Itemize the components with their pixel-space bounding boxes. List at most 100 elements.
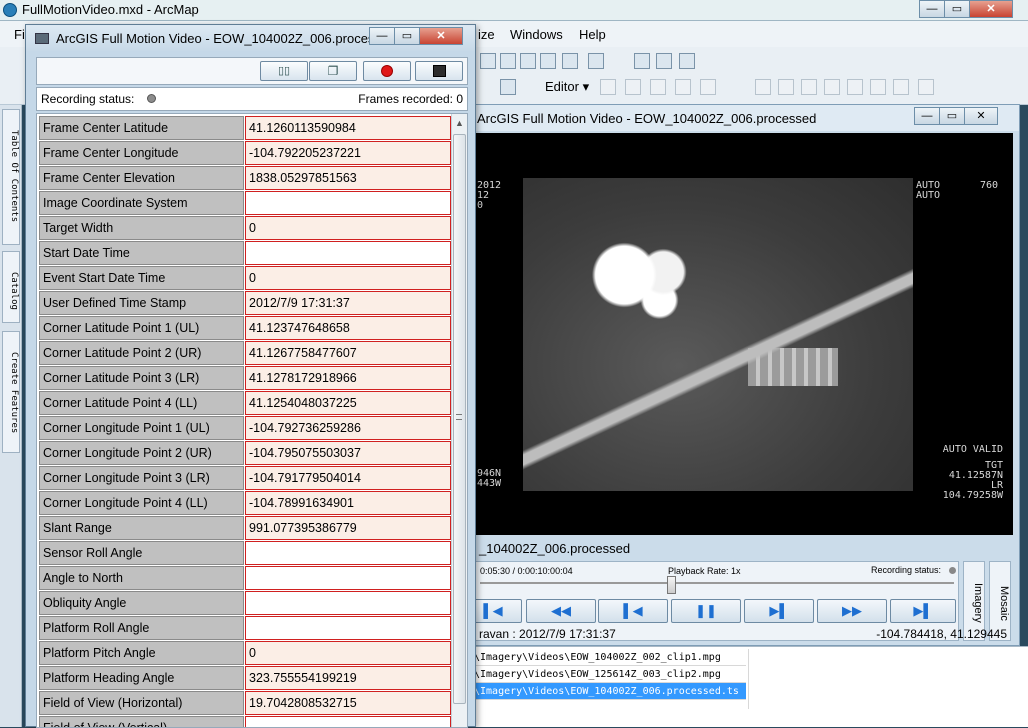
video-frame[interactable]: 2012 12 0 AUTO AUTO 760 AUTO VALID TGT 41.125… bbox=[475, 133, 1013, 535]
property-value[interactable]: -104.792736259286 bbox=[245, 416, 451, 440]
close-icon[interactable]: ✕ bbox=[419, 27, 463, 45]
file-list-item-selected[interactable]: \Imagery\Videos\EOW_104002Z_006.processe… bbox=[474, 683, 746, 700]
edit-tool-icon[interactable] bbox=[778, 79, 794, 95]
edit-tool-icon[interactable] bbox=[870, 79, 886, 95]
arcmap-app-icon bbox=[3, 3, 17, 17]
property-value[interactable] bbox=[245, 566, 451, 590]
menu-help[interactable]: Help bbox=[579, 27, 606, 42]
camera-icon[interactable] bbox=[634, 53, 650, 69]
edit-tool-icon[interactable] bbox=[801, 79, 817, 95]
property-value[interactable] bbox=[245, 241, 451, 265]
property-grid: Frame Center Latitude 41.1260113590984 Fra… bbox=[39, 116, 451, 727]
seek-slider-thumb[interactable] bbox=[667, 576, 676, 594]
toolbar-icon[interactable] bbox=[500, 53, 516, 69]
dialog-window-controls: — ▭ ✕ bbox=[369, 27, 463, 45]
property-value[interactable]: 0 bbox=[245, 266, 451, 290]
save-icon bbox=[433, 65, 446, 77]
property-value[interactable]: -104.792205237221 bbox=[245, 141, 451, 165]
status-coordinates: -104.784418, 41.129445 bbox=[876, 627, 1007, 641]
record-button[interactable] bbox=[363, 61, 411, 81]
property-value[interactable]: 41.1267758477607 bbox=[245, 341, 451, 365]
property-value[interactable]: 41.1260113590984 bbox=[245, 116, 451, 140]
hud-top-right-number: 760 bbox=[980, 180, 999, 191]
edit-tool-icon[interactable] bbox=[700, 79, 716, 95]
property-value[interactable] bbox=[245, 616, 451, 640]
edit-tool-icon[interactable] bbox=[600, 79, 616, 95]
edit-tool-icon[interactable] bbox=[847, 79, 863, 95]
property-value[interactable]: 0 bbox=[245, 216, 451, 240]
fast-forward-button[interactable]: ▶▶ bbox=[817, 599, 887, 623]
edit-tool-icon[interactable] bbox=[755, 79, 771, 95]
edit-tool-icon[interactable] bbox=[675, 79, 691, 95]
property-value[interactable] bbox=[245, 591, 451, 615]
property-value[interactable]: 19.7042808532715 bbox=[245, 691, 451, 715]
step-back-button[interactable]: ▌◀ bbox=[598, 599, 668, 623]
go-to-end-button[interactable]: ▶▌ bbox=[890, 599, 956, 623]
pause-button[interactable]: ❚❚ bbox=[671, 599, 741, 623]
property-name: User Defined Time Stamp bbox=[39, 291, 244, 315]
maximize-icon[interactable]: ▭ bbox=[944, 0, 970, 18]
editor-dropdown[interactable]: Editor ▾ bbox=[545, 79, 589, 95]
property-value[interactable]: -104.78991634901 bbox=[245, 491, 451, 515]
toolbar-icon[interactable] bbox=[679, 53, 695, 69]
file-list-item[interactable]: \Imagery\Videos\EOW_104002Z_002_clip1.mp… bbox=[474, 649, 746, 666]
toolbar-icon[interactable] bbox=[500, 79, 516, 95]
property-value[interactable]: 41.123747648658 bbox=[245, 316, 451, 340]
toolbar-icon[interactable] bbox=[540, 53, 556, 69]
property-value[interactable]: 41.1278172918966 bbox=[245, 366, 451, 390]
maximize-icon[interactable]: ▭ bbox=[394, 27, 420, 45]
video-camera-icon bbox=[35, 33, 49, 44]
toolbar-icon[interactable] bbox=[656, 53, 672, 69]
menu-windows[interactable]: Windows bbox=[510, 27, 563, 42]
property-value[interactable] bbox=[245, 716, 451, 727]
property-value[interactable]: 1838.05297851563 bbox=[245, 166, 451, 190]
property-value[interactable]: 0 bbox=[245, 641, 451, 665]
property-value[interactable] bbox=[245, 191, 451, 215]
property-name: Start Date Time bbox=[39, 241, 244, 265]
property-value[interactable]: 41.1254048037225 bbox=[245, 391, 451, 415]
toolbar-icon[interactable] bbox=[520, 53, 536, 69]
minimize-icon[interactable]: — bbox=[914, 107, 940, 125]
property-name: Field of View (Horizontal) bbox=[39, 691, 244, 715]
time-readout: 0:05:30 / 0:00:10:00:04 bbox=[480, 566, 573, 576]
property-row: Field of View (Horizontal) 19.70428085327… bbox=[39, 691, 451, 716]
scroll-up-icon[interactable]: ▲ bbox=[455, 118, 464, 128]
edit-tool-icon[interactable] bbox=[918, 79, 934, 95]
property-row: Start Date Time bbox=[39, 241, 451, 266]
property-value[interactable]: -104.791779504014 bbox=[245, 466, 451, 490]
copy-button[interactable]: ❐ bbox=[309, 61, 357, 81]
pause-recording-button[interactable]: ▯▯ bbox=[260, 61, 308, 81]
edit-tool-icon[interactable] bbox=[824, 79, 840, 95]
edit-tool-icon[interactable] bbox=[650, 79, 666, 95]
maximize-icon[interactable]: ▭ bbox=[939, 107, 965, 125]
property-row: Frame Center Latitude 41.1260113590984 bbox=[39, 116, 451, 141]
file-list-item[interactable]: \Imagery\Videos\EOW_125614Z_003_clip2.mp… bbox=[474, 666, 746, 683]
property-value[interactable]: 2012/7/9 17:31:37 bbox=[245, 291, 451, 315]
close-icon[interactable]: ✕ bbox=[969, 0, 1013, 18]
close-icon[interactable]: ✕ bbox=[964, 107, 998, 125]
property-value[interactable]: 323.755554199219 bbox=[245, 666, 451, 690]
vertical-scrollbar[interactable]: ▲ bbox=[451, 114, 467, 727]
edit-tool-icon[interactable] bbox=[893, 79, 909, 95]
tab-catalog[interactable]: Catalog bbox=[2, 251, 20, 323]
toolbar-icon[interactable] bbox=[562, 53, 578, 69]
property-value[interactable]: -104.795075503037 bbox=[245, 441, 451, 465]
tab-table-of-contents[interactable]: Table Of Contents bbox=[2, 109, 20, 245]
playback-rate: Playback Rate: 1x bbox=[668, 566, 741, 576]
toolbar-icon[interactable] bbox=[588, 53, 604, 69]
property-value[interactable]: 991.077395386779 bbox=[245, 516, 451, 540]
rewind-button[interactable]: ◀◀ bbox=[526, 599, 596, 623]
property-value[interactable] bbox=[245, 541, 451, 565]
minimize-icon[interactable]: — bbox=[369, 27, 395, 45]
minimize-icon[interactable]: — bbox=[919, 0, 945, 18]
save-button[interactable] bbox=[415, 61, 463, 81]
tab-create-features[interactable]: Create Features bbox=[2, 331, 20, 453]
property-name: Platform Pitch Angle bbox=[39, 641, 244, 665]
seek-track[interactable] bbox=[480, 582, 954, 584]
step-forward-button[interactable]: ▶▌ bbox=[744, 599, 814, 623]
toolbar-icon[interactable] bbox=[480, 53, 496, 69]
edit-tool-icon[interactable] bbox=[625, 79, 641, 95]
recording-indicator-icon bbox=[147, 94, 156, 103]
menu-customize[interactable]: ize bbox=[478, 27, 495, 42]
property-row: Corner Latitude Point 4 (LL) 41.125404803… bbox=[39, 391, 451, 416]
